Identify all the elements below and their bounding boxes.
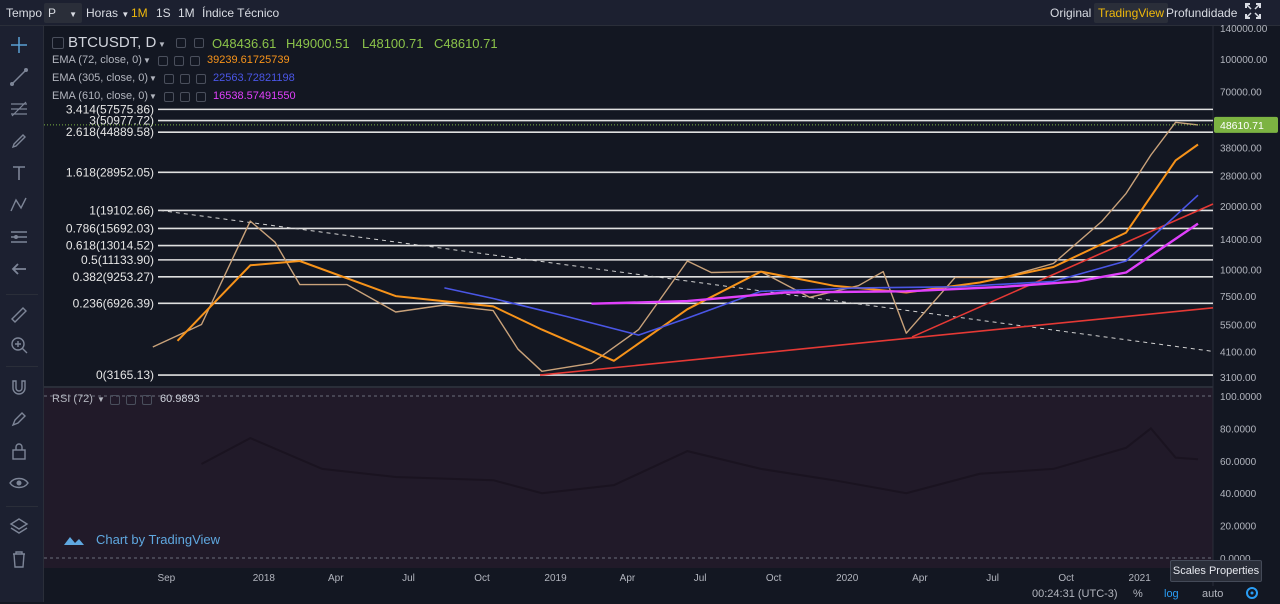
time-axis-tick: Jul [986, 573, 999, 584]
visibility-icon[interactable] [174, 56, 184, 66]
rsi-axis-tick: 40.0000 [1220, 489, 1257, 500]
price-axis-tick: 38000.00 [1220, 143, 1262, 154]
ohlc-high: H49000.51 [286, 36, 350, 51]
fib-level-label: 1(19102.66) [89, 203, 154, 217]
fib-level-label: 0.786(15692.03) [66, 221, 154, 235]
fib-level-label: 0.618(13014.52) [66, 239, 154, 253]
time-axis-tick: Jul [402, 573, 415, 584]
chevron-down-icon[interactable]: ▼ [143, 56, 151, 65]
fib-level-label: 0.5(11133.90) [81, 253, 154, 267]
ema72-value: 39239.61725739 [207, 54, 290, 66]
collapse-icon[interactable] [52, 37, 64, 49]
settings-icon[interactable] [158, 56, 168, 66]
rsi-axis-tick: 20.0000 [1220, 522, 1257, 533]
fib-level-label: 0.382(9253.27) [73, 270, 154, 284]
visibility-icon[interactable] [180, 74, 190, 84]
tradingview-logo-icon[interactable] [62, 531, 86, 552]
price-axis-tick: 100000.00 [1220, 55, 1268, 66]
time-axis-tick: Oct [474, 573, 490, 584]
settings-icon[interactable] [176, 38, 186, 48]
close-icon[interactable] [142, 395, 152, 405]
time-axis-tick: 2019 [544, 573, 567, 584]
rsi-axis-tick: 60.0000 [1220, 457, 1257, 468]
ema305-label[interactable]: EMA (305, close, 0) [52, 72, 148, 84]
chevron-down-icon[interactable]: ▼ [149, 74, 157, 83]
ohlc-open: O48436.61 [212, 36, 277, 51]
chevron-down-icon[interactable]: ▼ [158, 40, 166, 49]
time-axis-tick: 2021 [1129, 573, 1152, 584]
rsi-value: 60.9893 [160, 393, 200, 405]
visibility-icon[interactable] [126, 395, 136, 405]
price-axis-tick: 140000.00 [1220, 24, 1268, 35]
rsi-axis-tick: 80.0000 [1220, 424, 1257, 435]
time-axis-tick: Oct [766, 573, 782, 584]
time-axis-tick: Jul [694, 573, 707, 584]
price-axis-tick: 70000.00 [1220, 87, 1262, 98]
time-axis-tick: Apr [912, 573, 928, 584]
price-chart[interactable]: 3.414(57575.86)3(50977.72)2.618(44889.58… [0, 0, 1280, 602]
price-axis-tick: 7500.00 [1220, 292, 1257, 303]
fib-level-label: 0(3165.13) [96, 368, 154, 382]
price-axis-tick: 20000.00 [1220, 202, 1262, 213]
chevron-down-icon[interactable]: ▼ [97, 395, 105, 404]
price-axis-tick: 28000.00 [1220, 171, 1262, 182]
time-axis-tick: 2020 [836, 573, 859, 584]
percent-scale-button[interactable]: % [1133, 588, 1143, 600]
scales-properties-tooltip: Scales Properties [1170, 560, 1262, 582]
last-price-label: 48610.71 [1220, 120, 1264, 132]
settings-icon[interactable] [110, 395, 120, 405]
price-axis-tick: 5500.00 [1220, 320, 1257, 331]
visibility-icon[interactable] [194, 38, 204, 48]
close-icon[interactable] [196, 74, 206, 84]
chevron-down-icon[interactable]: ▼ [149, 92, 157, 101]
ohlc-low: L48100.71 [362, 36, 424, 51]
settings-icon[interactable] [164, 92, 174, 102]
time-axis-tick: 2018 [253, 573, 276, 584]
price-axis-tick: 14000.00 [1220, 235, 1262, 246]
time-axis-tick: Apr [620, 573, 636, 584]
settings-icon[interactable] [164, 74, 174, 84]
price-axis-tick: 3100.00 [1220, 373, 1257, 384]
time-axis-tick: Oct [1058, 573, 1074, 584]
symbol-title: BTCUSDT, D [68, 34, 157, 51]
clock-readout: 00:24:31 (UTC-3) [1032, 588, 1118, 600]
rsi-label[interactable]: RSI (72) [52, 393, 93, 405]
time-axis-tick: Sep [157, 573, 175, 584]
price-axis-background [1213, 26, 1280, 586]
gear-icon[interactable] [1244, 585, 1260, 604]
fib-level-label: 0.236(6926.39) [73, 296, 154, 310]
visibility-icon[interactable] [180, 92, 190, 102]
chart-credit[interactable]: Chart by TradingView [96, 532, 220, 547]
auto-scale-button[interactable]: auto [1202, 588, 1223, 600]
close-icon[interactable] [190, 56, 200, 66]
time-axis-tick: Apr [328, 573, 344, 584]
ema610-label[interactable]: EMA (610, close, 0) [52, 90, 148, 102]
price-axis-tick: 10000.00 [1220, 266, 1262, 277]
log-scale-button[interactable]: log [1164, 588, 1179, 600]
ema305-value: 22563.72821198 [213, 72, 295, 84]
price-axis-tick: 4100.00 [1220, 347, 1257, 358]
rsi-axis-tick: 100.0000 [1220, 392, 1262, 403]
fib-level-label: 1.618(28952.05) [66, 165, 154, 179]
ema72-label[interactable]: EMA (72, close, 0) [52, 54, 142, 66]
ema610-value: 16538.57491550 [213, 90, 296, 102]
ohlc-close: C48610.71 [434, 36, 498, 51]
close-icon[interactable] [196, 92, 206, 102]
fib-level-label: 2.618(44889.58) [66, 125, 154, 139]
